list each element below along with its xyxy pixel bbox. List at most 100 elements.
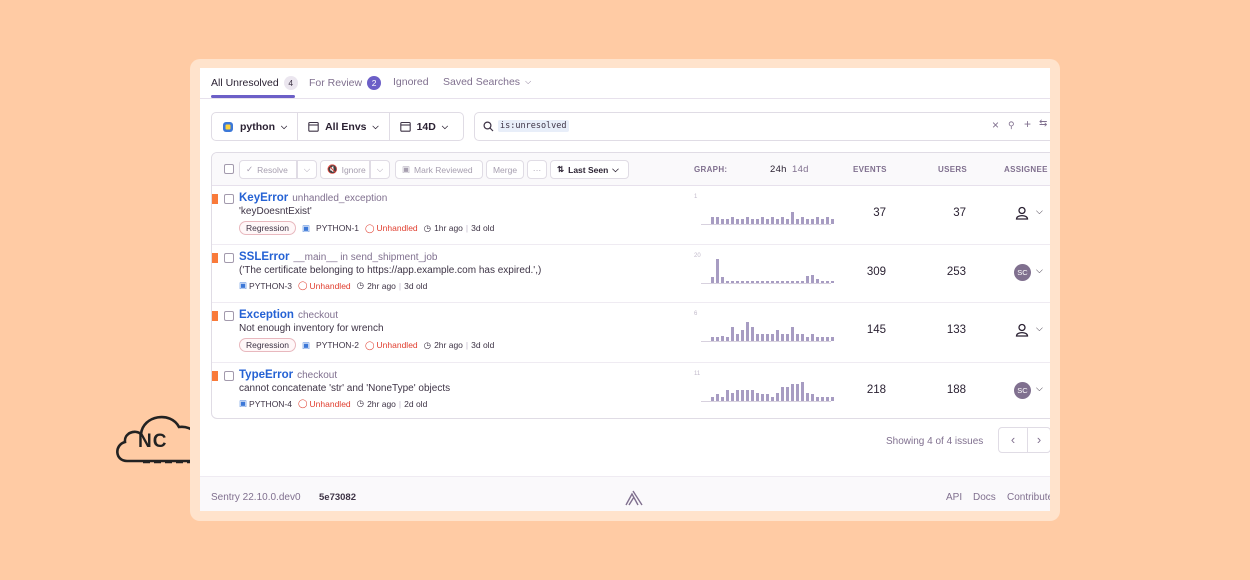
issue-title[interactable]: TypeError checkout bbox=[239, 369, 337, 381]
graph-bar bbox=[796, 334, 799, 341]
previous-page-button[interactable]: ‹ bbox=[998, 427, 1028, 453]
issue-type[interactable]: Exception bbox=[239, 309, 294, 321]
tab-for-review[interactable]: For Review 2 bbox=[309, 76, 382, 90]
graph-bar bbox=[741, 281, 744, 283]
close-icon[interactable]: × bbox=[992, 118, 999, 132]
assignee-avatar[interactable]: SC bbox=[1014, 264, 1031, 281]
issue-row[interactable]: Exception checkout Not enough inventory f… bbox=[212, 302, 1050, 363]
chevron-down-icon[interactable]: ⌵ bbox=[1036, 265, 1043, 276]
resolve-button[interactable]: ✓ Resolve bbox=[239, 160, 297, 179]
chevron-down-icon[interactable]: ⌵ bbox=[1036, 323, 1043, 334]
project-filter[interactable]: python ⌵ bbox=[212, 113, 299, 140]
graph-bar bbox=[821, 337, 824, 341]
graph-bar bbox=[741, 219, 744, 224]
graph-bar bbox=[781, 387, 784, 401]
unhandled-label: Unhandled bbox=[309, 398, 351, 409]
issue-row[interactable]: TypeError checkout cannot concatenate 'st… bbox=[212, 362, 1050, 418]
python-project-icon: ▣ bbox=[239, 280, 248, 290]
tab-label: Ignored bbox=[393, 76, 429, 88]
user-icon[interactable] bbox=[1015, 323, 1029, 337]
issue-tabs: All Unresolved 4 For Review 2 Ignored Sa… bbox=[200, 68, 1050, 99]
graph-period-24h[interactable]: 24h bbox=[770, 164, 787, 175]
issue-type[interactable]: TypeError bbox=[239, 369, 293, 381]
graph-bar bbox=[831, 397, 834, 401]
separator: | bbox=[398, 398, 402, 409]
contribute-link[interactable]: Contribute bbox=[1007, 492, 1050, 503]
issue-short-id[interactable]: PYTHON-3 bbox=[249, 281, 292, 291]
issue-age: 3d old bbox=[471, 223, 495, 233]
tab-all-unresolved[interactable]: All Unresolved 4 bbox=[211, 76, 298, 90]
user-icon[interactable] bbox=[1015, 206, 1029, 220]
commit-hash[interactable]: 5e73082 bbox=[319, 492, 356, 503]
merge-button[interactable]: Merge bbox=[486, 160, 524, 179]
issue-type[interactable]: KeyError bbox=[239, 192, 288, 204]
mark-reviewed-button[interactable]: ▣ Mark Reviewed bbox=[395, 160, 483, 179]
graph-period-14d[interactable]: 14d bbox=[792, 164, 809, 175]
sort-button[interactable]: ⇅ Last Seen ⌵ bbox=[550, 160, 629, 179]
issue-checkbox[interactable] bbox=[224, 371, 234, 381]
tab-ignored[interactable]: Ignored bbox=[393, 76, 429, 88]
graph-bar bbox=[796, 219, 799, 224]
issue-message: cannot concatenate 'str' and 'NoneType' … bbox=[239, 383, 451, 394]
issue-short-id[interactable]: PYTHON-4 bbox=[249, 399, 292, 409]
graph-bar bbox=[751, 219, 754, 224]
graph-bar bbox=[766, 281, 769, 283]
graph-bar bbox=[741, 330, 744, 341]
graph-bar bbox=[756, 334, 759, 341]
ignore-button[interactable]: 🔇 Ignore bbox=[320, 160, 370, 179]
issue-short-id[interactable]: PYTHON-2 bbox=[316, 340, 359, 350]
tab-label: For Review bbox=[309, 77, 363, 89]
next-page-button[interactable]: › bbox=[1027, 427, 1050, 453]
issue-checkbox[interactable] bbox=[224, 311, 234, 321]
clock-icon: ◷ bbox=[423, 222, 432, 233]
issue-title[interactable]: KeyError unhandled_exception bbox=[239, 192, 387, 204]
chevron-down-icon[interactable]: ⌵ bbox=[1036, 383, 1043, 394]
assignee-column-header: ASSIGNEE bbox=[1004, 165, 1048, 174]
search-input[interactable]: is:unresolved × ⚲ + ⇆ bbox=[474, 112, 1050, 141]
graph-bar bbox=[751, 327, 754, 341]
environment-filter[interactable]: All Envs ⌵ bbox=[298, 113, 390, 140]
issue-list-header: ✓ Resolve ⌵ 🔇 Ignore ⌵ ▣ Mark Reviewed Merg… bbox=[212, 153, 1050, 186]
issue-checkbox[interactable] bbox=[224, 253, 234, 263]
logo-text: NC bbox=[138, 431, 168, 452]
search-query-token[interactable]: is:unresolved bbox=[498, 120, 569, 132]
resolve-dropdown-button[interactable]: ⌵ bbox=[297, 160, 317, 179]
issue-short-id[interactable]: PYTHON-1 bbox=[316, 223, 359, 233]
last-seen: 2hr ago bbox=[367, 280, 396, 291]
assignee-avatar[interactable]: SC bbox=[1014, 382, 1031, 399]
ignore-dropdown-button[interactable]: ⌵ bbox=[370, 160, 390, 179]
issue-title[interactable]: SSLError __main__ in send_shipment_job bbox=[239, 251, 438, 263]
issue-type[interactable]: SSLError bbox=[239, 251, 290, 263]
graph-bar bbox=[786, 334, 789, 341]
issue-location: checkout bbox=[297, 370, 338, 381]
chevron-down-icon: ⌵ bbox=[372, 121, 379, 131]
select-all-checkbox[interactable] bbox=[224, 164, 234, 174]
docs-link[interactable]: Docs bbox=[973, 492, 996, 503]
graph-bar bbox=[716, 217, 719, 224]
issue-meta: ▣ PYTHON-4 ◯ Unhandled ◷ 2hr ago | 2d old bbox=[239, 398, 427, 409]
graph-bar bbox=[781, 334, 784, 341]
graph-bar bbox=[816, 337, 819, 341]
graph-bar bbox=[821, 281, 824, 283]
python-project-icon: ▣ bbox=[302, 339, 311, 350]
plus-icon[interactable]: + bbox=[1024, 117, 1031, 131]
graph-bar bbox=[731, 393, 734, 401]
issue-title[interactable]: Exception checkout bbox=[239, 309, 338, 321]
date-filter[interactable]: 14D ⌵ bbox=[390, 113, 458, 140]
clock-icon: ◷ bbox=[356, 280, 365, 290]
issue-row[interactable]: KeyError unhandled_exception 'keyDoesntEx… bbox=[212, 185, 1050, 245]
issue-meta: Regression ▣ PYTHON-2 ◯ Unhandled ◷ 2hr ago… bbox=[239, 338, 494, 352]
graph-bar bbox=[816, 397, 819, 401]
api-link[interactable]: API bbox=[946, 492, 962, 503]
pin-icon[interactable]: ⚲ bbox=[1008, 120, 1015, 131]
sentry-logo-icon[interactable] bbox=[625, 490, 643, 506]
issue-checkbox[interactable] bbox=[224, 194, 234, 204]
more-actions-button[interactable]: ··· bbox=[527, 160, 547, 179]
chevron-down-icon[interactable]: ⌵ bbox=[1036, 206, 1043, 217]
settings-sliders-icon[interactable]: ⇆ bbox=[1039, 118, 1047, 129]
tab-saved-searches[interactable]: Saved Searches ⌵ bbox=[443, 76, 531, 88]
sentry-version: Sentry 22.10.0.dev0 bbox=[211, 492, 301, 503]
issue-row[interactable]: SSLError __main__ in send_shipment_job ('… bbox=[212, 244, 1050, 303]
unhandled-icon: ◯ bbox=[298, 280, 308, 290]
graph-bar bbox=[731, 281, 734, 283]
